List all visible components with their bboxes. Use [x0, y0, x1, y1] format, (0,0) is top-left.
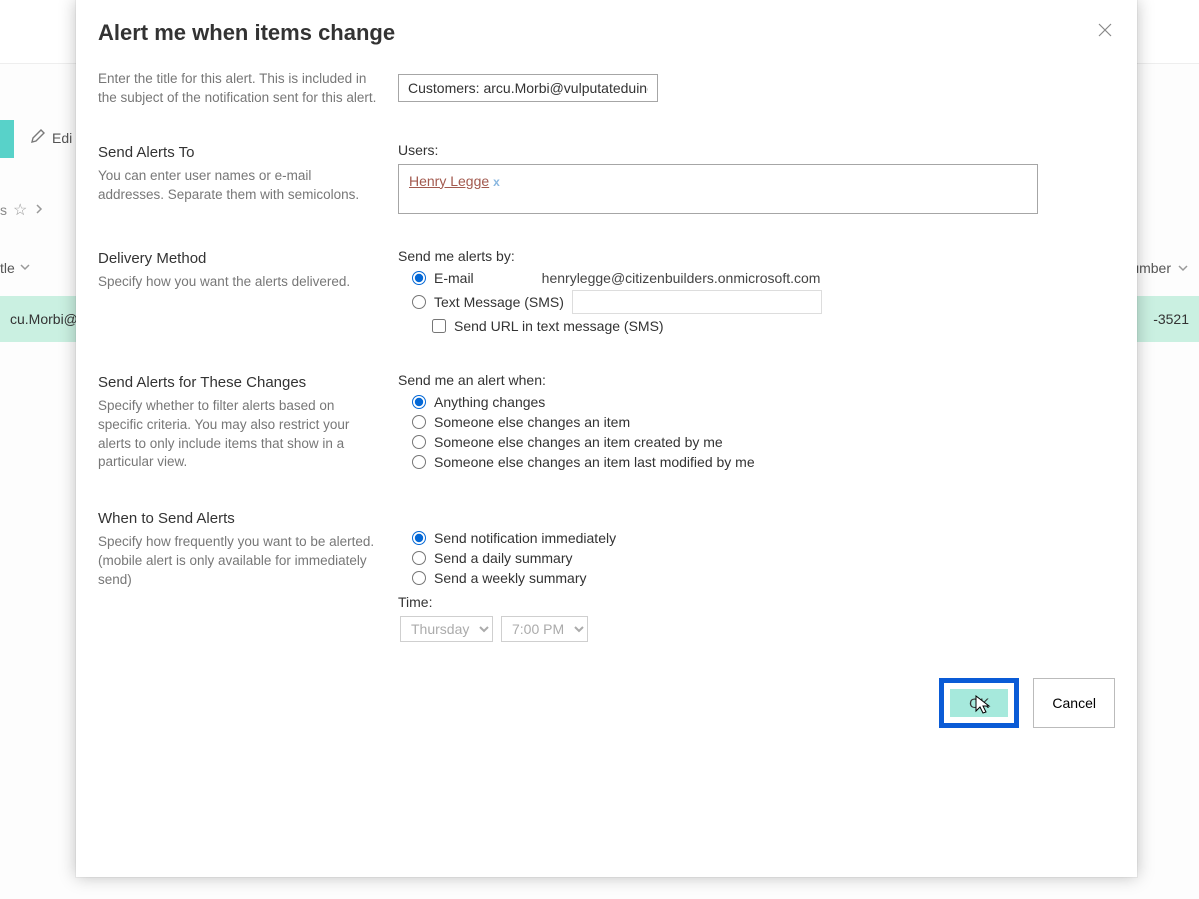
row-cell-right: -3521	[1153, 311, 1189, 327]
chevron-down-icon	[19, 261, 31, 273]
delivery-email-value: henrylegge@citizenbuilders.onmicrosoft.c…	[542, 270, 821, 286]
send-url-label: Send URL in text message (SMS)	[454, 318, 664, 334]
dialog-title: Alert me when items change	[98, 20, 395, 46]
changes-modified-radio[interactable]	[412, 455, 426, 469]
pencil-icon	[30, 128, 46, 147]
send-to-description: You can enter user names or e-mail addre…	[98, 167, 378, 205]
when-weekly-label: Send a weekly summary	[434, 570, 587, 586]
dialog-scroll-area[interactable]: Alert Title Enter the title for this ale…	[76, 60, 1137, 877]
time-day-select[interactable]: Thursday	[400, 616, 493, 642]
delivery-sms-label: Text Message (SMS)	[434, 294, 564, 310]
star-icon: ☆	[13, 200, 27, 220]
ok-button-highlight: OK	[939, 678, 1019, 728]
alert-dialog: Alert me when items change Alert Title E…	[76, 0, 1137, 877]
user-remove-button[interactable]: x	[493, 175, 500, 189]
when-daily-radio[interactable]	[412, 551, 426, 565]
changes-anything-label: Anything changes	[434, 394, 545, 410]
delivery-email-label: E-mail	[434, 270, 474, 286]
send-to-heading: Send Alerts To	[98, 144, 378, 161]
close-icon	[1095, 20, 1115, 40]
background-breadcrumb[interactable]: s ☆	[0, 200, 45, 220]
when-description: Specify how frequently you want to be al…	[98, 533, 378, 590]
users-input[interactable]: Henry Legge x	[398, 164, 1038, 214]
users-label: Users:	[398, 142, 1115, 158]
chevron-right-icon	[33, 202, 45, 218]
delivery-sms-radio[interactable]	[412, 295, 426, 309]
background-column-header-left[interactable]: tle	[0, 260, 31, 276]
changes-anything-radio[interactable]	[412, 395, 426, 409]
row-cell-left: cu.Morbi@	[10, 311, 78, 327]
close-button[interactable]	[1095, 20, 1115, 40]
background-column-header-right[interactable]: umber	[1131, 260, 1189, 276]
delivery-heading: Delivery Method	[98, 250, 378, 267]
when-heading: When to Send Alerts	[98, 510, 378, 527]
changes-created-label: Someone else changes an item created by …	[434, 434, 723, 450]
delivery-description: Specify how you want the alerts delivere…	[98, 273, 378, 292]
delivery-sms-number-input[interactable]	[572, 290, 822, 314]
user-token[interactable]: Henry Legge	[409, 173, 489, 189]
changes-created-radio[interactable]	[412, 435, 426, 449]
when-daily-label: Send a daily summary	[434, 550, 573, 566]
changes-heading: Send Alerts for These Changes	[98, 374, 378, 391]
background-selection-indicator	[0, 120, 14, 158]
background-edit-button[interactable]: Edi	[30, 128, 72, 147]
column-header-number: umber	[1131, 260, 1171, 276]
cancel-button[interactable]: Cancel	[1033, 678, 1115, 728]
changes-other-label: Someone else changes an item	[434, 414, 630, 430]
when-weekly-radio[interactable]	[412, 571, 426, 585]
column-header-title: tle	[0, 260, 15, 276]
when-immediate-label: Send notification immediately	[434, 530, 616, 546]
changes-description: Specify whether to filter alerts based o…	[98, 397, 378, 473]
delivery-email-radio[interactable]	[412, 271, 426, 285]
changes-other-radio[interactable]	[412, 415, 426, 429]
send-url-checkbox[interactable]	[432, 319, 446, 333]
alert-when-label: Send me an alert when:	[398, 372, 1115, 388]
chevron-down-icon	[1177, 262, 1189, 274]
alert-title-description: Enter the title for this alert. This is …	[98, 70, 378, 108]
ok-button[interactable]: OK	[950, 689, 1008, 717]
background-edit-label-text: Edi	[52, 130, 72, 146]
time-label: Time:	[398, 594, 1115, 610]
send-by-label: Send me alerts by:	[398, 248, 1115, 264]
time-hour-select[interactable]: 7:00 PM	[501, 616, 588, 642]
when-immediate-radio[interactable]	[412, 531, 426, 545]
changes-modified-label: Someone else changes an item last modifi…	[434, 454, 755, 470]
breadcrumb-text: s	[0, 202, 7, 218]
alert-title-input[interactable]	[398, 74, 658, 102]
